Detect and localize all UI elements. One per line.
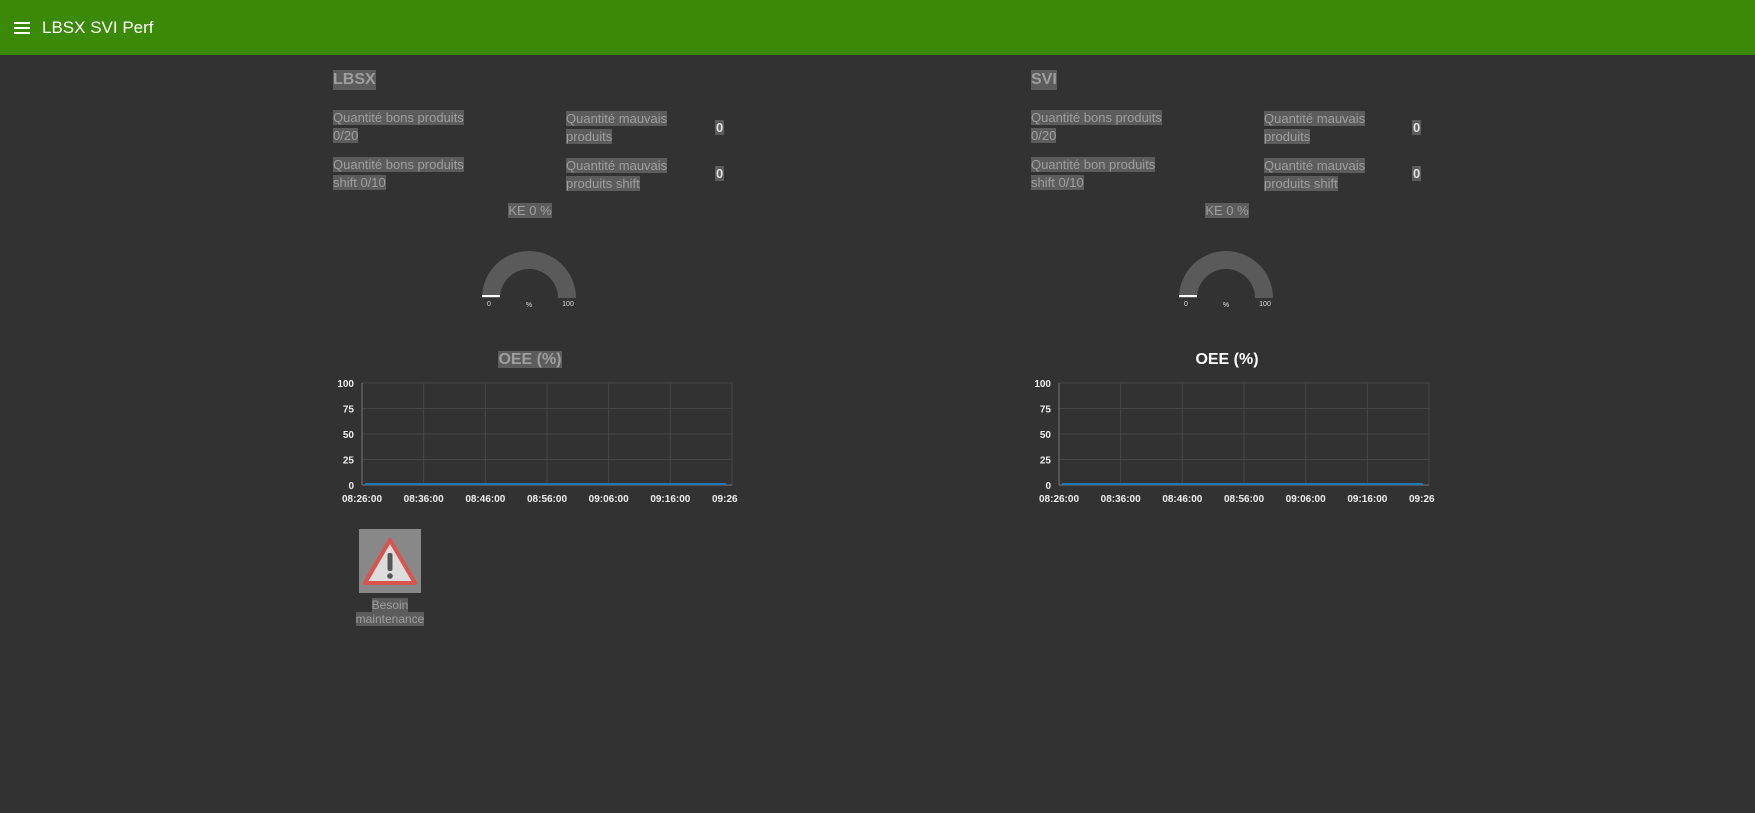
y-tick-label: 25 <box>343 456 355 467</box>
y-tick-label: 0 <box>348 481 354 492</box>
gauge-needle <box>482 295 500 297</box>
x-tick-label: 08:36:00 <box>404 494 444 505</box>
x-tick-label: 09:16:00 <box>1347 494 1387 505</box>
x-tick-label: 09:16:00 <box>650 494 690 505</box>
y-tick-label: 100 <box>337 379 354 390</box>
maintenance-label: Besoin maintenance <box>355 598 425 626</box>
warning-icon <box>363 538 417 585</box>
group-title: LBSX <box>333 70 376 90</box>
x-tick-label: 08:56:00 <box>1224 494 1264 505</box>
gauge-unit-label: % <box>1223 302 1229 309</box>
chart-title: OEE (%) <box>1195 351 1259 368</box>
good-qty-label: Quantité bons produits 0/20 <box>333 110 464 143</box>
bad-shift-value: 0 <box>1412 166 1422 181</box>
x-tick-label: 08:46:00 <box>1162 494 1202 505</box>
ke-gauge: 0 % 100 <box>1179 251 1273 309</box>
x-tick-label: 08:46:00 <box>465 494 505 505</box>
gauge-unit-label: % <box>526 302 532 309</box>
gauge-arc <box>1179 251 1273 298</box>
good-shift-label: Quantité bons produits shift 0/10 <box>333 157 464 190</box>
bad-shift-label: Quantité mauvais produits shift <box>566 158 668 191</box>
good-shift-label: Quantité bon produits shift 0/10 <box>1031 157 1156 190</box>
gauge-arc <box>482 251 576 298</box>
gauge-max-label: 100 <box>1259 301 1271 308</box>
y-tick-label: 25 <box>1040 456 1052 467</box>
x-tick-label: 08:26:00 <box>342 494 382 505</box>
gauge-min-label: 0 <box>1184 301 1188 308</box>
x-tick-label: 09:06:00 <box>1286 494 1326 505</box>
top-app-bar: LBSX SVI Perf <box>0 0 1755 55</box>
x-tick-label: 09:26:00 <box>1409 494 1435 505</box>
x-tick-label: 08:56:00 <box>527 494 567 505</box>
menu-icon[interactable] <box>14 17 36 39</box>
ke-label: KE 0 % <box>1205 203 1249 218</box>
y-tick-label: 50 <box>1040 430 1052 441</box>
gauge-max-label: 100 <box>562 301 574 308</box>
bad-qty-value: 0 <box>1412 120 1422 135</box>
y-tick-label: 50 <box>343 430 355 441</box>
x-tick-label: 08:26:00 <box>1039 494 1079 505</box>
bad-qty-label: Quantité mauvais produits <box>1264 111 1366 144</box>
x-tick-label: 08:36:00 <box>1101 494 1141 505</box>
gauge-needle <box>1179 295 1197 297</box>
bad-qty-label: Quantité mauvais produits <box>566 111 668 144</box>
gauge-min-label: 0 <box>487 301 491 308</box>
x-tick-label: 09:06:00 <box>589 494 629 505</box>
oee-chart: 0 25 50 75 100 08:26:00 08:36:00 08:46:00 08:56:… <box>1034 379 1435 505</box>
ke-label: KE 0 % <box>508 203 552 218</box>
y-tick-label: 75 <box>1040 405 1052 416</box>
chart-title: OEE (%) <box>498 351 562 368</box>
good-qty-label: Quantité bons produits 0/20 <box>1031 110 1162 143</box>
x-tick-label: 09:26:00 <box>712 494 738 505</box>
y-tick-label: 0 <box>1045 481 1051 492</box>
bad-qty-value: 0 <box>715 120 725 135</box>
bad-shift-value: 0 <box>715 166 725 181</box>
ke-gauge: 0 % 100 <box>482 251 576 309</box>
y-tick-label: 100 <box>1034 379 1051 390</box>
app-title: LBSX SVI Perf <box>42 17 154 37</box>
maintenance-button[interactable] <box>359 529 421 593</box>
bad-shift-label: Quantité mauvais produits shift <box>1264 158 1366 191</box>
group-title: SVI <box>1031 70 1057 90</box>
oee-chart: 0 25 50 75 100 08:26:00 08:36:00 08:46:00 08:56:… <box>337 379 738 505</box>
y-tick-label: 75 <box>343 405 355 416</box>
